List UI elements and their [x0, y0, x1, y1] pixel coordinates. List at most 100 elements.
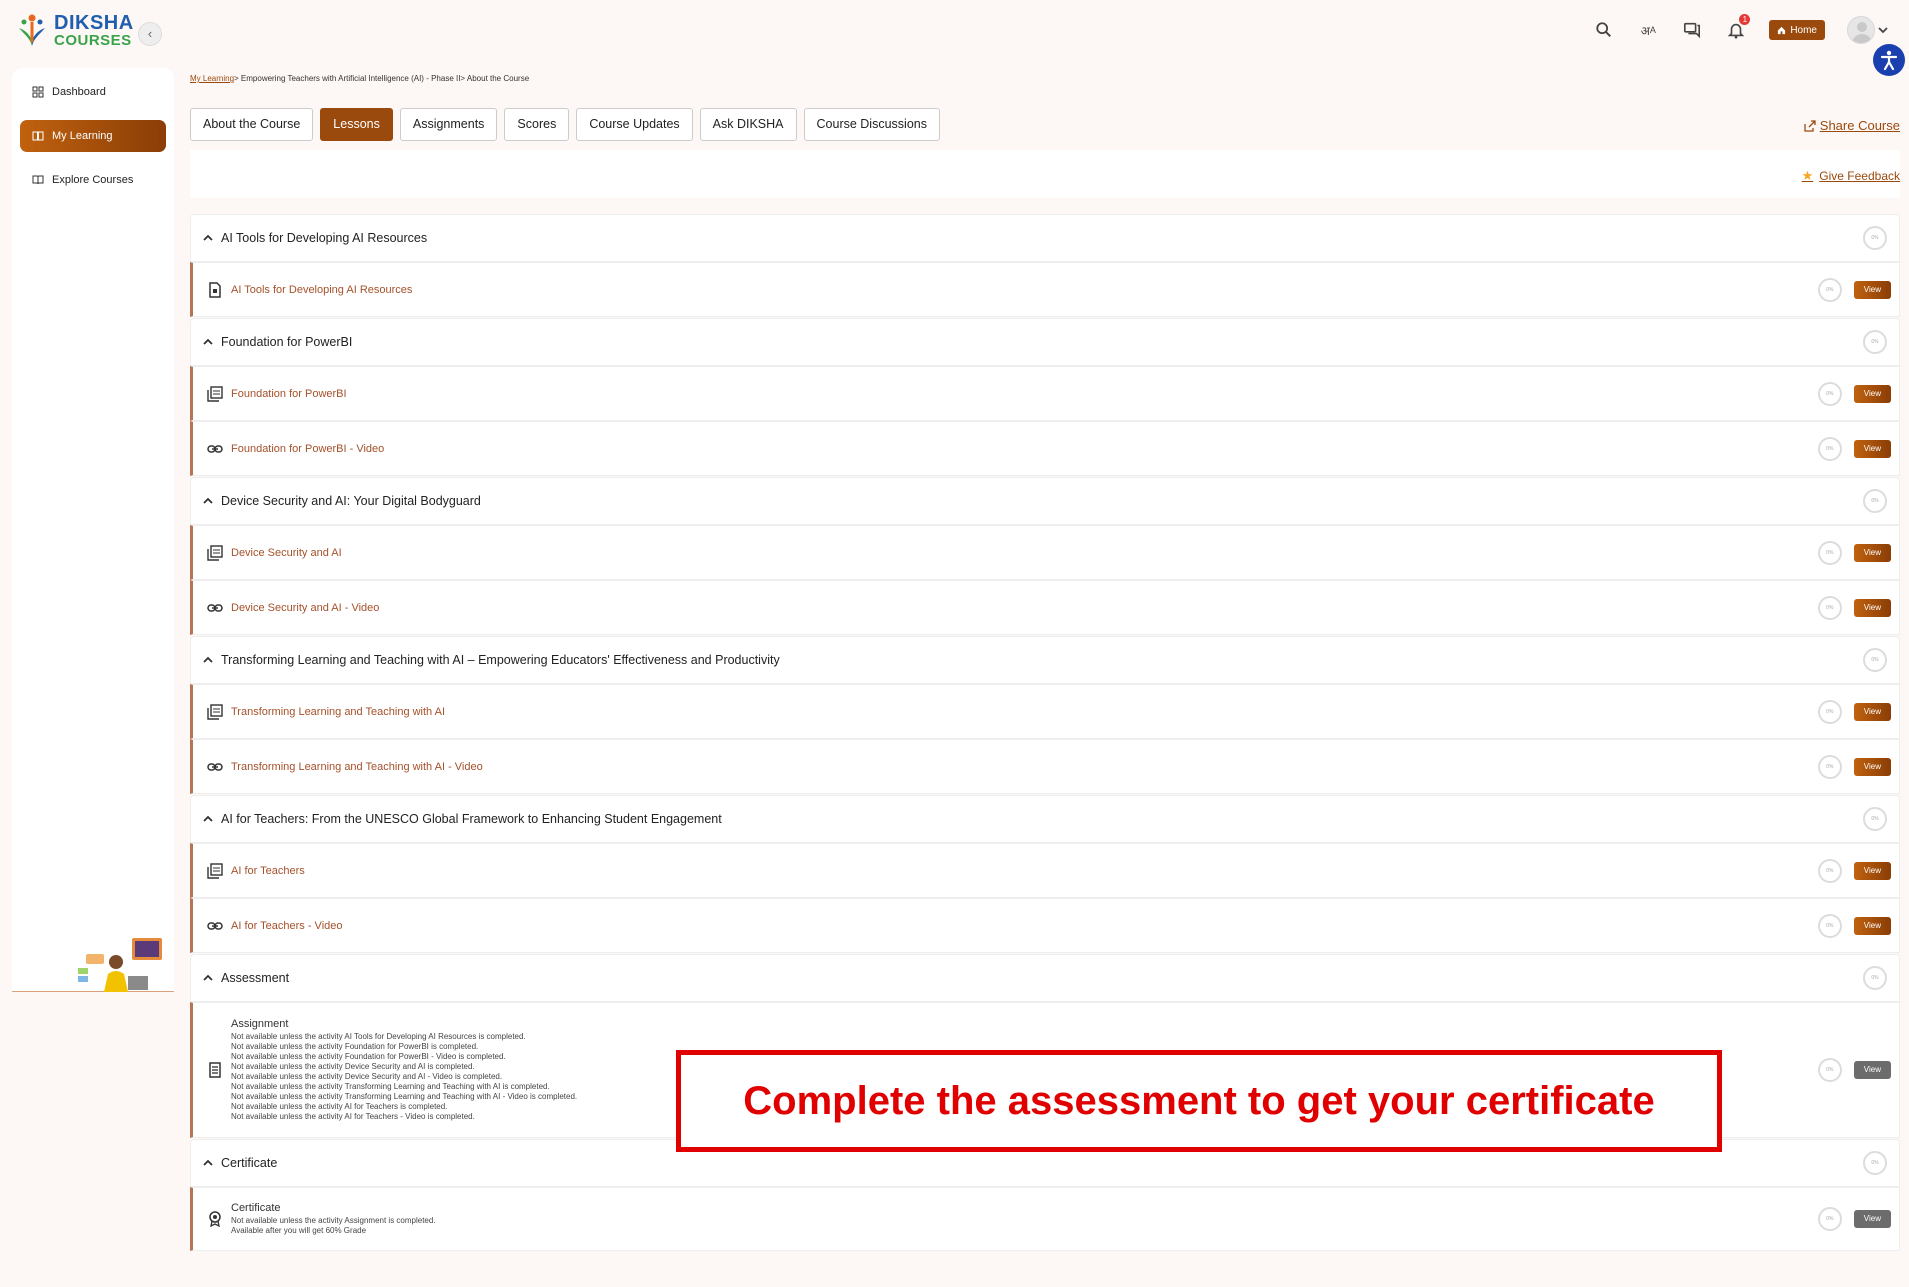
lesson-title[interactable]: AI Tools for Developing AI Resources	[231, 284, 412, 296]
view-button[interactable]: View	[1853, 702, 1891, 721]
language-glyph: अ	[1640, 23, 1650, 38]
tab-course-discussions[interactable]: Course Discussions	[803, 108, 940, 141]
tab-assignments[interactable]: Assignments	[399, 108, 498, 141]
view-button[interactable]: View	[1853, 1210, 1891, 1228]
chevron-up-icon	[203, 234, 213, 241]
view-button[interactable]: View	[1853, 916, 1891, 935]
view-button[interactable]: View	[1853, 384, 1891, 403]
view-button[interactable]: View	[1853, 543, 1891, 562]
unit-header[interactable]: Foundation for PowerBI 0%	[190, 318, 1900, 366]
view-button[interactable]: View	[1853, 1061, 1891, 1079]
open-book-icon	[32, 175, 44, 185]
view-button[interactable]: View	[1853, 598, 1891, 617]
unit-section: Foundation for PowerBI 0% Foundation for…	[190, 318, 1900, 476]
pdf-icon	[207, 385, 223, 402]
search-icon[interactable]	[1593, 19, 1615, 41]
chevron-up-icon	[203, 497, 213, 504]
tab-about-the-course[interactable]: About the Course	[190, 108, 314, 141]
unit-header[interactable]: Transforming Learning and Teaching with …	[190, 636, 1900, 684]
certificate-badge-icon	[209, 1211, 221, 1227]
chevron-up-icon	[203, 815, 213, 822]
diksha-logo[interactable]: DIKSHA COURSES	[16, 12, 134, 48]
link-icon	[207, 603, 223, 612]
lesson-title[interactable]: Transforming Learning and Teaching with …	[231, 761, 483, 773]
notification-bell-icon[interactable]: 1	[1725, 14, 1751, 41]
pdf-icon	[207, 703, 223, 720]
language-icon[interactable]: अA	[1637, 19, 1659, 41]
progress-circle: 0%	[1817, 277, 1842, 302]
progress-circle: 0%	[1817, 699, 1842, 724]
lesson-title[interactable]: AI for Teachers - Video	[231, 920, 343, 932]
sidebar-item-label: My Learning	[52, 130, 113, 142]
link-icon	[207, 762, 223, 771]
unit-title: AI for Teachers: From the UNESCO Global …	[221, 812, 722, 826]
progress-circle: 0%	[1817, 540, 1842, 565]
document-icon	[209, 281, 221, 298]
give-feedback-link[interactable]: ★ Give Feedback	[1802, 168, 1900, 184]
chat-icon[interactable]	[1681, 19, 1703, 41]
lesson-title[interactable]: Device Security and AI	[231, 547, 342, 559]
unit-header[interactable]: Assessment 0%	[190, 954, 1900, 1002]
lesson-title[interactable]: Foundation for PowerBI	[231, 388, 347, 400]
tab-course-updates[interactable]: Course Updates	[576, 108, 693, 141]
tab-lessons[interactable]: Lessons	[320, 108, 393, 141]
sidebar-item-dashboard[interactable]: Dashboard	[20, 76, 166, 108]
tab-ask-diksha[interactable]: Ask DIKSHA	[699, 108, 797, 141]
share-icon	[1804, 119, 1816, 132]
progress-circle: 0%	[1863, 1151, 1887, 1175]
sidebar-item-my-learning[interactable]: My Learning	[20, 120, 166, 152]
breadcrumb-link-my-learning[interactable]: My Learning	[190, 74, 234, 83]
home-button[interactable]: Home	[1769, 20, 1825, 40]
lesson-title[interactable]: AI for Teachers	[231, 865, 305, 877]
share-course-label: Share Course	[1819, 118, 1900, 133]
sidebar-item-explore-courses[interactable]: Explore Courses	[20, 164, 166, 196]
language-glyph-2: A	[1649, 25, 1656, 35]
accessibility-button[interactable]	[1873, 44, 1905, 76]
share-course-link[interactable]: Share Course	[1804, 118, 1900, 133]
pdf-icon	[207, 862, 223, 879]
lesson-row: Foundation for PowerBI - Video 0% View	[190, 421, 1900, 476]
sidebar-collapse-button[interactable]: ‹	[138, 22, 162, 46]
feedback-bar: ★ Give Feedback	[190, 150, 1900, 198]
chevron-up-icon	[203, 974, 213, 981]
profile-menu[interactable]	[1847, 16, 1889, 44]
lesson-title[interactable]: Transforming Learning and Teaching with …	[231, 706, 445, 718]
progress-circle: 0%	[1863, 489, 1887, 513]
lesson-title[interactable]: Foundation for PowerBI - Video	[231, 443, 384, 455]
view-button[interactable]: View	[1853, 861, 1891, 880]
lesson-title[interactable]: Device Security and AI - Video	[231, 602, 379, 614]
chevron-down-icon	[1878, 27, 1888, 34]
progress-circle: 0%	[1863, 330, 1887, 354]
lesson-row: Transforming Learning and Teaching with …	[190, 684, 1900, 739]
activity-title: Assignment	[231, 1018, 289, 1030]
restriction-note: Not available unless the activity Transf…	[231, 1092, 578, 1101]
view-button[interactable]: View	[1853, 439, 1891, 458]
home-label: Home	[1790, 24, 1817, 36]
view-button[interactable]: View	[1853, 280, 1891, 299]
notification-count: 1	[1739, 14, 1751, 25]
main-content: My Learning> Empowering Teachers with Ar…	[190, 74, 1900, 1251]
tab-scores[interactable]: Scores	[504, 108, 570, 141]
book-icon	[32, 131, 44, 141]
progress-circle: 0%	[1817, 754, 1842, 779]
restriction-note: Not available unless the activity Device…	[231, 1062, 475, 1071]
unit-header[interactable]: AI Tools for Developing AI Resources 0%	[190, 214, 1900, 262]
lesson-row: AI for Teachers - Video 0% View	[190, 898, 1900, 953]
lesson-row: Device Security and AI - Video 0% View	[190, 580, 1900, 635]
sidebar-item-label: Dashboard	[52, 86, 106, 98]
home-icon	[1778, 26, 1786, 34]
view-button[interactable]: View	[1853, 757, 1891, 776]
pdf-icon	[207, 544, 223, 561]
assignment-icon	[209, 1062, 221, 1078]
restriction-note: Not available unless the activity Device…	[231, 1072, 503, 1081]
unit-header[interactable]: Device Security and AI: Your Digital Bod…	[190, 477, 1900, 525]
breadcrumb: My Learning> Empowering Teachers with Ar…	[190, 74, 1900, 88]
give-feedback-label: Give Feedback	[1819, 169, 1900, 183]
unit-title: Transforming Learning and Teaching with …	[221, 653, 780, 667]
accessibility-icon	[1880, 50, 1898, 71]
sidebar-item-label: Explore Courses	[52, 174, 134, 186]
chevron-up-icon	[203, 656, 213, 663]
progress-circle: 0%	[1863, 226, 1887, 250]
unit-header[interactable]: AI for Teachers: From the UNESCO Global …	[190, 795, 1900, 843]
chevron-up-icon	[203, 1159, 213, 1166]
